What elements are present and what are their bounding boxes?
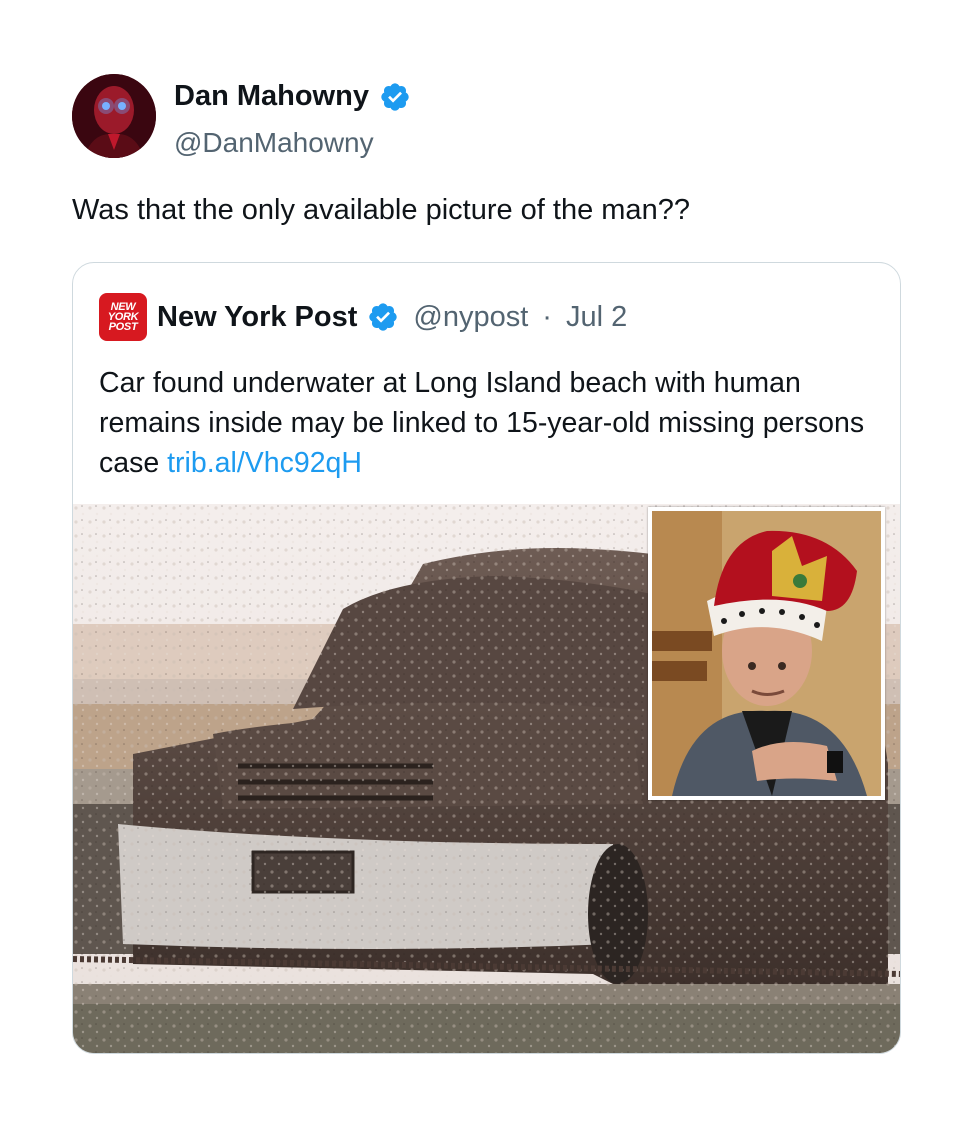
verified-badge-icon <box>369 303 398 331</box>
quoted-author-name[interactable]: New York Post <box>157 301 357 334</box>
author-handle[interactable]: @DanMahowny <box>174 127 374 159</box>
inset-portrait-photo[interactable] <box>648 507 885 800</box>
verified-badge-icon <box>381 82 409 111</box>
quoted-link[interactable]: trib.al/Vhc92qH <box>167 447 362 479</box>
meta-separator: · <box>542 300 552 333</box>
tweet-card: Dan Mahowny @DanMahowny Was that the onl… <box>0 0 970 1124</box>
avatar-image <box>72 74 156 158</box>
quoted-tweet[interactable]: NEW YORK POST New York Post @nypost · Ju… <box>72 262 901 1054</box>
quoted-handle[interactable]: @nypost <box>413 301 528 334</box>
quoted-tweet-header: NEW YORK POST New York Post @nypost · Ju… <box>99 293 627 341</box>
quoted-tweet-text: Car found underwater at Long Island beac… <box>99 363 879 483</box>
author-avatar[interactable] <box>72 74 156 158</box>
tweet-text: Was that the only available picture of t… <box>72 194 690 226</box>
man-in-crown-photo <box>652 511 881 796</box>
author-name-text: Dan Mahowny <box>174 80 369 112</box>
logo-line-3: POST <box>108 321 138 333</box>
quoted-date[interactable]: Jul 2 <box>566 301 627 334</box>
author-name[interactable]: Dan Mahowny <box>174 80 411 113</box>
nypost-logo[interactable]: NEW YORK POST <box>99 293 147 341</box>
